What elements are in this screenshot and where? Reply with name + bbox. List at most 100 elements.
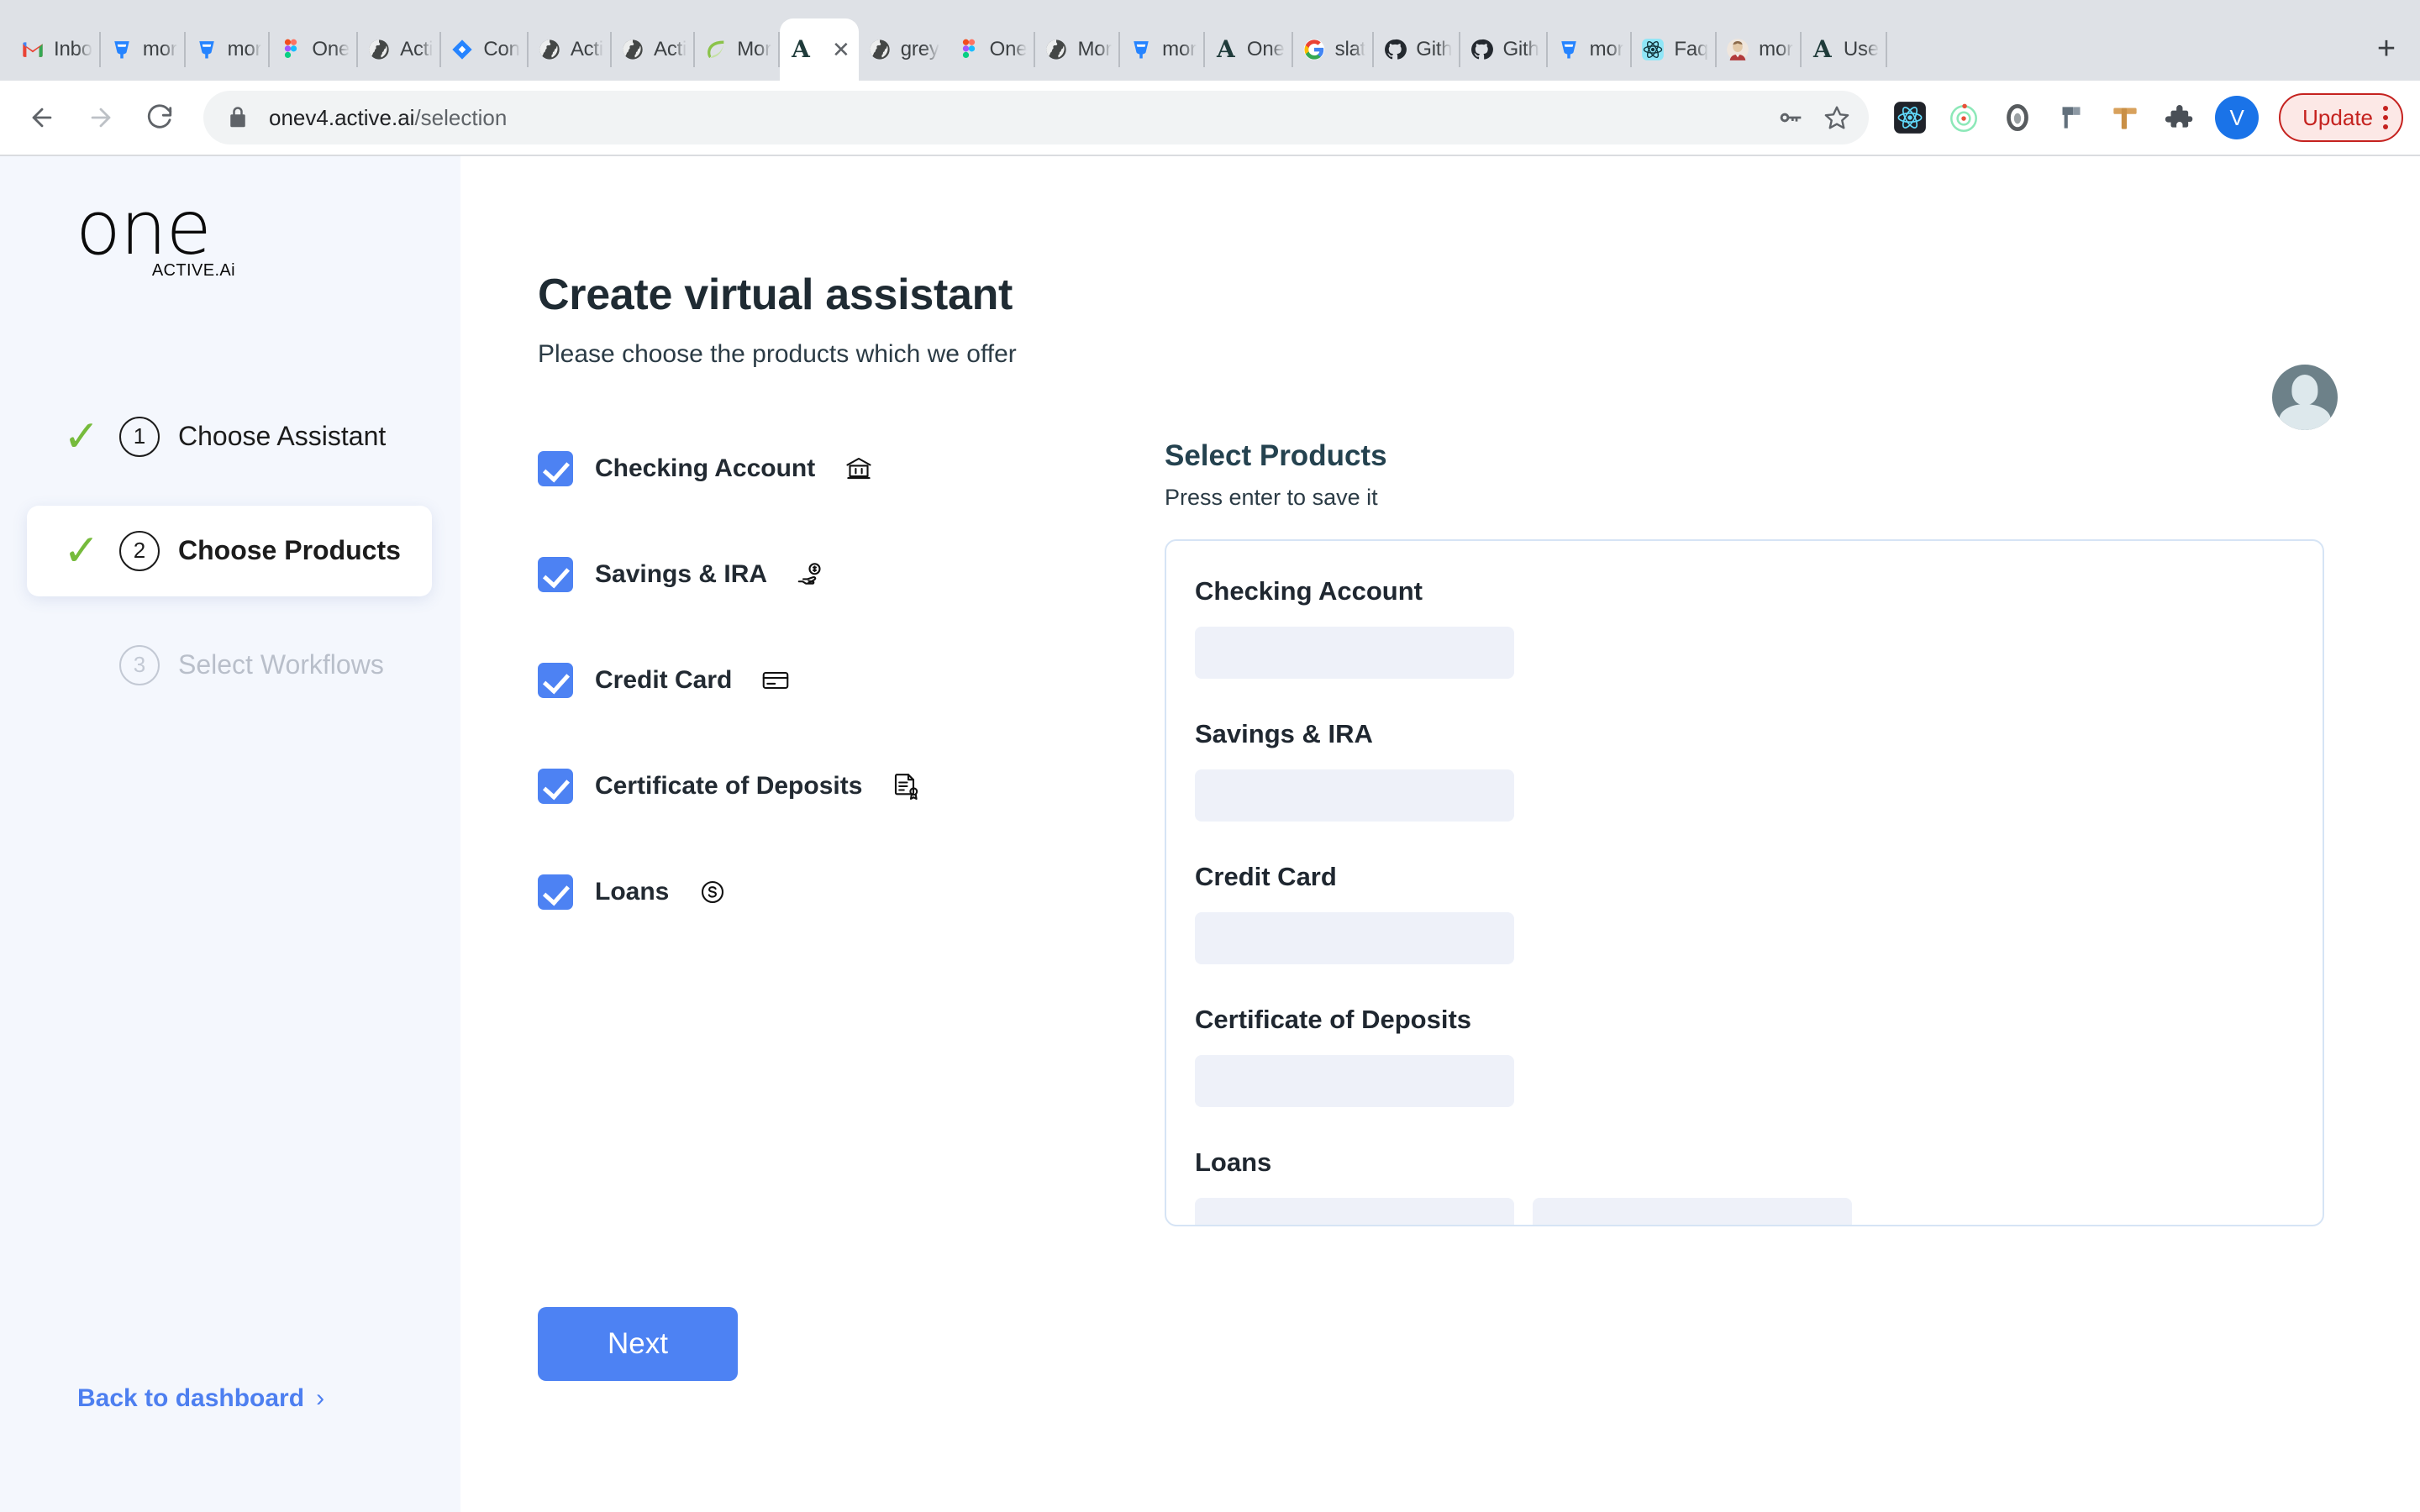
- browser-tab-title: mor: [227, 38, 262, 60]
- globe-icon: [1044, 37, 1069, 62]
- product-checkbox[interactable]: [538, 557, 573, 592]
- jira-icon: [1556, 37, 1581, 62]
- browser-tab[interactable]: mor: [186, 18, 271, 81]
- select-product-field-input[interactable]: [1195, 1055, 1514, 1107]
- browser-tab[interactable]: One: [948, 18, 1036, 81]
- hand-coin-icon: [794, 558, 828, 591]
- browser-tab[interactable]: Inbo: [12, 18, 101, 81]
- certificate-icon: [889, 769, 923, 803]
- profile-avatar[interactable]: V: [2215, 96, 2260, 139]
- browser-tab-title: Inbo: [54, 38, 92, 60]
- product-checkbox-row[interactable]: Savings & IRA: [538, 557, 1131, 592]
- chrome-menu-icon[interactable]: [2383, 106, 2388, 129]
- browser-tab[interactable]: Mor: [1035, 18, 1120, 81]
- sidebar-step-3[interactable]: ✓3Select Workflows: [27, 620, 432, 711]
- jira-icon: [109, 37, 134, 62]
- browser-tab[interactable]: Acti: [358, 18, 442, 81]
- step-complete-check-icon: ✓: [63, 526, 100, 575]
- tag-slot[interactable]: [1533, 1198, 1852, 1225]
- address-bar[interactable]: onev4.active.ai/selection: [203, 91, 1870, 144]
- tab-strip: Inbo mor mor One Acti Con Acti Acti Mor A ✕ grey One…: [0, 0, 2420, 81]
- gmail-icon: [20, 37, 45, 62]
- product-checkbox[interactable]: [538, 769, 573, 804]
- sidebar-step-2[interactable]: ✓ 2 Choose Products: [27, 505, 432, 596]
- person-photo-icon: [1725, 37, 1750, 62]
- github-icon: [1382, 37, 1407, 62]
- app-logo: one ACTIVE.Ai: [76, 185, 460, 281]
- browser-tab[interactable]: mor: [1717, 18, 1802, 81]
- browser-toolbar: onev4.active.ai/selection V Update: [0, 81, 2420, 156]
- select-products-hint: Press enter to save it: [1165, 485, 1378, 510]
- browser-tab-title: Faq: [1674, 38, 1709, 60]
- select-product-field-input[interactable]: [1195, 769, 1514, 822]
- next-button[interactable]: Next: [538, 1307, 738, 1381]
- browser-tab-title: Acti: [654, 38, 687, 60]
- orbit-extension-icon[interactable]: [1941, 95, 1986, 140]
- browser-tab[interactable]: One: [270, 18, 358, 81]
- ruler-extension-icon[interactable]: [2102, 95, 2148, 140]
- browser-tab-title: One: [989, 38, 1028, 60]
- browser-tab[interactable]: A One: [1205, 18, 1293, 81]
- select-product-field: Savings & IRA: [1195, 719, 2323, 822]
- browser-tab-active[interactable]: A ✕: [779, 18, 859, 81]
- select-product-field-input[interactable]: [1195, 912, 1514, 964]
- tag-slot[interactable]: [1195, 1198, 1514, 1225]
- browser-tab[interactable]: mor: [1120, 18, 1205, 81]
- select-product-field-label: Credit Card: [1195, 862, 1337, 891]
- product-checkbox-row[interactable]: Certificate of Deposits: [538, 769, 1131, 804]
- step-label: Select Workflows: [178, 649, 384, 680]
- back-to-dashboard-link[interactable]: Back to dashboard ›: [77, 1384, 324, 1413]
- select-product-field-input[interactable]: [1195, 627, 1514, 679]
- user-avatar[interactable]: [2272, 365, 2338, 430]
- select-products-panel: Select Products Press enter to save it C…: [1131, 439, 2324, 1226]
- react-icon: [1640, 37, 1665, 62]
- chevron-right-icon: ›: [316, 1384, 325, 1412]
- browser-tab[interactable]: mor: [1548, 18, 1633, 81]
- bank-icon: [842, 452, 876, 486]
- browser-tab[interactable]: Acti: [529, 18, 613, 81]
- password-key-icon[interactable]: [1766, 94, 1813, 141]
- react-devtools-extension-icon[interactable]: [1887, 95, 1933, 140]
- select-product-field: Credit Card: [1195, 862, 2323, 964]
- browser-tab[interactable]: Gith: [1460, 18, 1548, 81]
- puzzle-extension-icon[interactable]: [2156, 95, 2202, 140]
- back-icon[interactable]: [15, 91, 69, 144]
- product-checkbox[interactable]: [538, 451, 573, 486]
- browser-tab[interactable]: A Use: [1802, 18, 1887, 81]
- logo-wordmark: one: [76, 185, 212, 271]
- browser-tab[interactable]: mor: [101, 18, 186, 81]
- browser-tab-title: mor: [1759, 38, 1793, 60]
- product-checkbox[interactable]: [538, 874, 573, 910]
- reload-icon[interactable]: [133, 91, 187, 144]
- select-products-scroll-area[interactable]: Checking Account Savings & IRA Credit Card…: [1165, 539, 2324, 1226]
- browser-tab-title: Acti: [400, 38, 434, 60]
- browser-tab-title: Mor: [1077, 38, 1113, 60]
- bookmark-star-icon[interactable]: [1813, 94, 1860, 141]
- product-checkbox[interactable]: [538, 663, 573, 698]
- select-product-field-input[interactable]: [1195, 1198, 1867, 1225]
- close-tab-icon[interactable]: ✕: [832, 39, 850, 60]
- browser-tab[interactable]: Mor: [695, 18, 780, 81]
- page-title: Create virtual assistant: [538, 270, 1013, 319]
- browser-tab[interactable]: Acti: [612, 18, 696, 81]
- new-tab-button[interactable]: +: [2363, 25, 2410, 72]
- browser-tab[interactable]: grey: [859, 18, 948, 81]
- browser-tab[interactable]: Faq: [1632, 18, 1717, 81]
- sidebar-step-1[interactable]: ✓ 1 Choose Assistant: [27, 391, 432, 482]
- product-checkbox-row[interactable]: Credit Card: [538, 663, 1131, 698]
- browser-tab[interactable]: slat: [1293, 18, 1375, 81]
- figma-icon: [278, 37, 303, 62]
- browser-tab[interactable]: Gith: [1374, 18, 1461, 81]
- product-checkbox-row[interactable]: Loans: [538, 874, 1131, 910]
- product-checkbox-list: Checking Account Savings & IRA Credit Card…: [538, 439, 1131, 1226]
- product-label: Checking Account: [595, 454, 816, 482]
- ring-extension-icon[interactable]: [1995, 95, 2040, 140]
- sidebar: one ACTIVE.Ai ✓ 1 Choose Assistant ✓ 2 Choose…: [0, 156, 460, 1512]
- globe-icon: [537, 37, 562, 62]
- update-button[interactable]: Update: [2279, 93, 2403, 142]
- pin-extension-icon[interactable]: [2049, 95, 2094, 140]
- product-label: Loans: [595, 878, 670, 906]
- browser-tab-title: Con: [483, 38, 520, 60]
- browser-tab[interactable]: Con: [441, 18, 529, 81]
- product-checkbox-row[interactable]: Checking Account: [538, 451, 1131, 486]
